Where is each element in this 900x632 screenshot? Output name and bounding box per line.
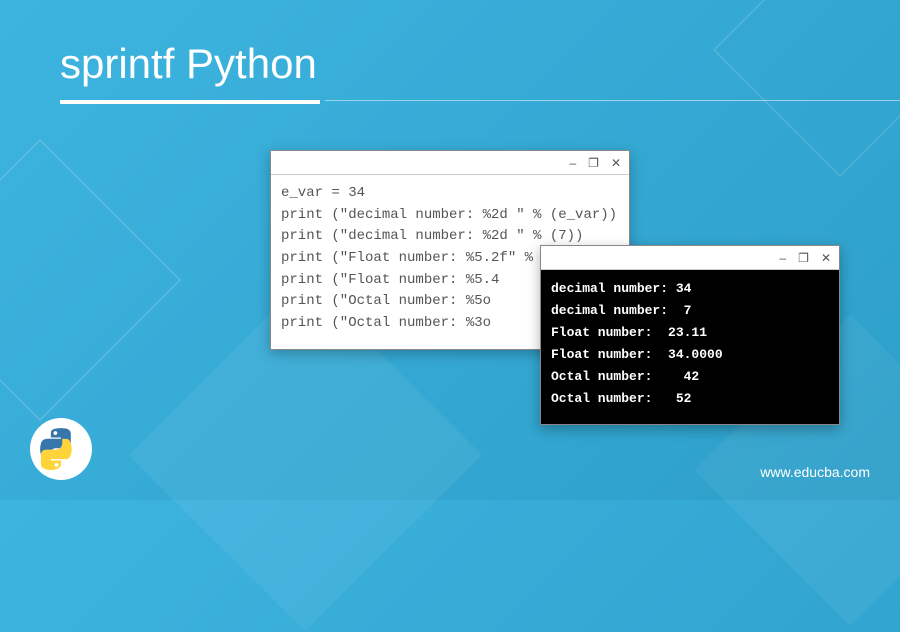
title-underline — [60, 100, 320, 104]
maximize-icon[interactable]: ❐ — [588, 157, 599, 169]
python-logo-icon — [30, 418, 92, 480]
close-icon[interactable]: ✕ — [821, 252, 831, 264]
close-icon[interactable]: ✕ — [611, 157, 621, 169]
maximize-icon[interactable]: ❐ — [798, 252, 809, 264]
terminal-output: decimal number: 34 decimal number: 7 Flo… — [541, 270, 839, 419]
terminal-window: – ❐ ✕ decimal number: 34 decimal number:… — [540, 245, 840, 425]
minimize-icon[interactable]: – — [569, 157, 576, 169]
minimize-icon[interactable]: – — [779, 252, 786, 264]
window-titlebar: – ❐ ✕ — [271, 151, 629, 175]
window-titlebar: – ❐ ✕ — [541, 246, 839, 270]
page-title: sprintf Python — [60, 40, 317, 88]
python-icon — [40, 428, 82, 470]
bg-shape — [713, 0, 900, 177]
bg-shape — [0, 139, 181, 422]
watermark-text: www.educba.com — [760, 464, 870, 480]
